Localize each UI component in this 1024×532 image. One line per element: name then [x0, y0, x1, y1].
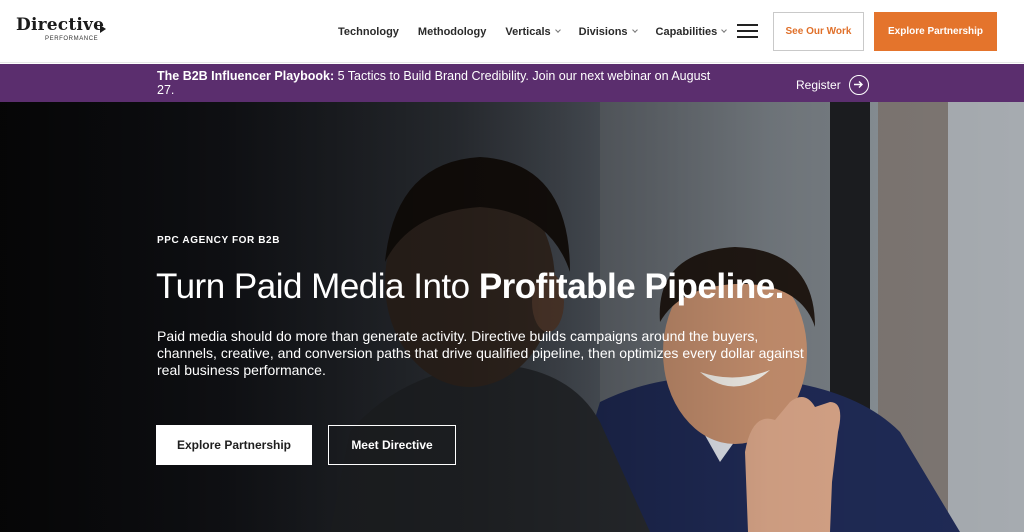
nav-verticals-label: Verticals [505, 25, 551, 38]
nav-methodology[interactable]: Methodology [418, 26, 486, 38]
nav-verticals[interactable]: Verticals [505, 25, 561, 38]
hero-title-light: Turn Paid Media Into [156, 267, 479, 306]
see-our-work-button[interactable]: See Our Work [773, 12, 864, 51]
logo[interactable]: Directive PERFORMANCE [16, 15, 116, 49]
nav-capabilities-label: Capabilities [655, 25, 718, 38]
nav-technology-label: Technology [338, 25, 399, 38]
banner-text: The B2B Influencer Playbook: 5 Tactics t… [157, 69, 717, 97]
explore-partnership-hero-button[interactable]: Explore Partnership [156, 425, 312, 465]
hero-dark-overlay [0, 102, 1024, 532]
chevron-down-icon [554, 26, 561, 33]
register-link[interactable]: Register [796, 75, 869, 95]
nav-divisions-label: Divisions [578, 25, 628, 38]
site-header: Directive PERFORMANCE Technology Methodo… [0, 0, 1024, 63]
hero-title-bold: Profitable Pipeline. [478, 267, 785, 306]
main-nav: Technology Methodology Verticals Divisio… [338, 0, 745, 63]
banner-bold-text: The B2B Influencer Playbook: [157, 69, 335, 83]
hero-eyebrow: PPC AGENCY FOR B2B [157, 235, 281, 246]
register-label: Register [796, 78, 841, 92]
nav-divisions[interactable]: Divisions [578, 25, 638, 38]
logo-subtitle: PERFORMANCE [45, 36, 99, 42]
hamburger-menu-icon[interactable] [737, 24, 758, 40]
chevron-down-icon [631, 26, 638, 33]
announcement-banner: The B2B Influencer Playbook: 5 Tactics t… [0, 64, 1024, 102]
hero-section: PPC AGENCY FOR B2B Turn Paid Media Into … [0, 102, 1024, 532]
logo-wordmark: Directive [16, 15, 105, 35]
logo-arrow-icon [100, 25, 106, 33]
hero-description: Paid media should do more than generate … [157, 328, 804, 378]
nav-methodology-label: Methodology [417, 25, 487, 38]
hero-title: Turn Paid Media Into Profitable Pipeline… [156, 267, 784, 307]
nav-technology[interactable]: Technology [338, 26, 399, 38]
nav-capabilities[interactable]: Capabilities [655, 25, 728, 38]
chevron-down-icon [721, 26, 728, 33]
arrow-right-circle-icon [848, 75, 869, 95]
explore-partnership-header-button[interactable]: Explore Partnership [874, 12, 997, 51]
meet-directive-button[interactable]: Meet Directive [328, 425, 456, 465]
